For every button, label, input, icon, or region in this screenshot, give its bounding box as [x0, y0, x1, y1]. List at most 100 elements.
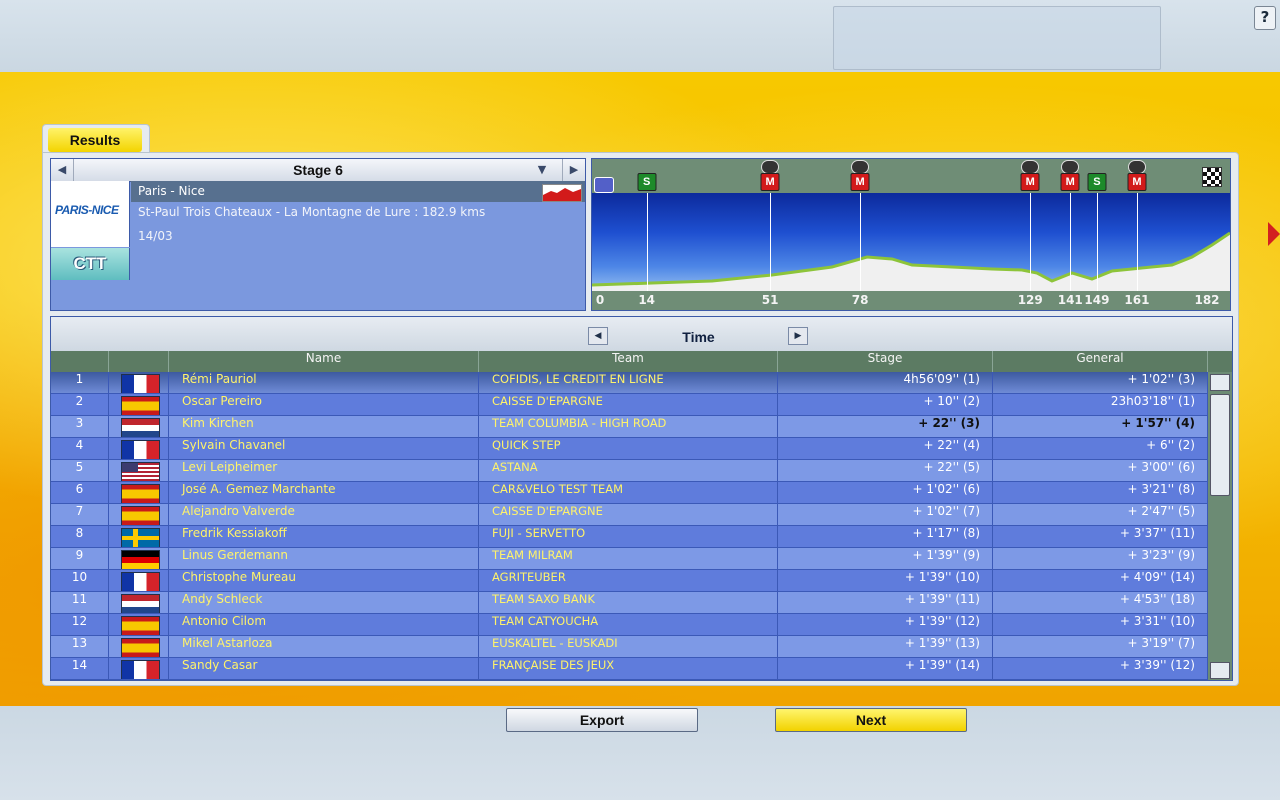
mountain-icon[interactable]: M — [760, 173, 780, 191]
table-row[interactable]: 2 Oscar Pereiro CAISSE D'EPARGNE + 10'' (2)… — [51, 394, 1208, 416]
km-label: 51 — [761, 293, 779, 307]
table-row[interactable]: 8 Fredrik Kessiakoff FUJI - SERVETTO + 1'17… — [51, 526, 1208, 548]
flag-fr-icon — [121, 374, 160, 393]
stage-time: + 1'17'' (8) — [778, 526, 993, 547]
help-button[interactable]: ? — [1254, 6, 1276, 30]
stage-profile: SMMMMSM 0 14 51 78 129 141 149 161 182 — [591, 158, 1231, 311]
stage-time: + 1'39'' (12) — [778, 614, 993, 635]
stage-time: + 1'39'' (11) — [778, 592, 993, 613]
general-time: 23h03'18'' (1) — [993, 394, 1208, 415]
mountain-icon[interactable]: M — [1020, 173, 1040, 191]
team-name: CAR&VELO TEST TEAM — [479, 482, 778, 503]
mountain-icon[interactable]: M — [1127, 173, 1147, 191]
flag-fr-icon — [121, 440, 160, 459]
climb-category-icon — [761, 160, 780, 174]
table-header: ◀ Time ▶ — [51, 317, 1232, 351]
col-rank[interactable] — [51, 351, 109, 372]
flag-fr-icon — [121, 660, 160, 679]
checkpoint-line — [1096, 193, 1098, 291]
stage-route: St-Paul Trois Chateaux - La Montagne de … — [138, 205, 486, 219]
checkpoint-line — [1030, 193, 1032, 291]
general-time: + 3'37'' (11) — [993, 526, 1208, 547]
table-title: Time — [682, 329, 715, 345]
prev-view-arrow-icon[interactable]: ◀ — [588, 327, 608, 345]
table-row[interactable]: 1 Rémi Pauriol COFIDIS, LE CREDIT EN LIGNE… — [51, 372, 1208, 394]
rank-cell: 9 — [51, 548, 109, 569]
table-row[interactable]: 7 Alejandro Valverde CAISSE D'EPARGNE + 1'0… — [51, 504, 1208, 526]
general-time: + 3'23'' (9) — [993, 548, 1208, 569]
sprint-icon[interactable]: S — [637, 173, 657, 191]
mountain-icon[interactable]: M — [1060, 173, 1080, 191]
team-name: TEAM COLUMBIA - HIGH ROAD — [479, 416, 778, 437]
stage-time: + 1'39'' (9) — [778, 548, 993, 569]
column-headers: Name Team Stage General — [51, 351, 1232, 372]
sprint-icon[interactable]: S — [1087, 173, 1107, 191]
rank-cell: 11 — [51, 592, 109, 613]
km-label: 78 — [851, 293, 869, 307]
table-body: 1 Rémi Pauriol COFIDIS, LE CREDIT EN LIGNE… — [51, 372, 1208, 680]
next-stage-arrow-icon[interactable]: ▶ — [562, 159, 585, 181]
stage-info: ◀ Stage 6 ▼ ▶ PARIS-NICE CTT Paris - Nic… — [50, 158, 586, 311]
general-time: + 3'39'' (12) — [993, 658, 1208, 679]
stage-selector: ◀ Stage 6 ▼ ▶ — [51, 159, 585, 182]
table-row[interactable]: 10 Christophe Mureau AGRITEUBER + 1'39'' (1… — [51, 570, 1208, 592]
km-label: 161 — [1124, 293, 1150, 307]
flag-es-icon — [121, 638, 160, 657]
mountain-icon[interactable]: M — [850, 173, 870, 191]
table-row[interactable]: 12 Antonio Cilom TEAM CATYOUCHA + 1'39'' (1… — [51, 614, 1208, 636]
next-view-arrow-icon[interactable]: ▶ — [788, 327, 808, 345]
stage-time: + 1'39'' (14) — [778, 658, 993, 679]
flag-cell — [109, 438, 169, 459]
table-row[interactable]: 3 Kim Kirchen TEAM COLUMBIA - HIGH ROAD + 2… — [51, 416, 1208, 438]
next-button[interactable]: Next — [775, 708, 967, 732]
flag-nl-icon — [121, 594, 160, 613]
flag-se-icon — [121, 528, 160, 547]
team-name: TEAM CATYOUCHA — [479, 614, 778, 635]
rider-name: Rémi Pauriol — [169, 372, 479, 393]
export-button[interactable]: Export — [506, 708, 698, 732]
general-time: + 4'53'' (18) — [993, 592, 1208, 613]
general-time: + 2'47'' (5) — [993, 504, 1208, 525]
start-icon — [594, 177, 614, 193]
col-stage[interactable]: Stage — [778, 351, 993, 372]
table-row[interactable]: 5 Levi Leipheimer ASTANA + 22'' (5) + 3'00''… — [51, 460, 1208, 482]
col-general[interactable]: General — [993, 351, 1208, 372]
flag-us-icon — [121, 462, 160, 481]
stage-dropdown-chevron-icon[interactable]: ▼ — [531, 159, 553, 181]
flag-es-icon — [121, 396, 160, 415]
stage-title[interactable]: Stage 6 — [81, 159, 555, 182]
table-row[interactable]: 11 Andy Schleck TEAM SAXO BANK + 1'39'' (11… — [51, 592, 1208, 614]
table-scrollbar[interactable] — [1208, 372, 1232, 680]
info-box — [833, 6, 1161, 70]
col-name[interactable]: Name — [169, 351, 479, 372]
rider-name: Oscar Pereiro — [169, 394, 479, 415]
scroll-down-button[interactable] — [1210, 662, 1230, 679]
flag-cell — [109, 372, 169, 393]
red-arrow-icon — [1268, 222, 1280, 246]
scroll-up-button[interactable] — [1210, 374, 1230, 391]
table-row[interactable]: 4 Sylvain Chavanel QUICK STEP + 22'' (4) + 6… — [51, 438, 1208, 460]
table-row[interactable]: 14 Sandy Casar FRANÇAISE DES JEUX + 1'39'' … — [51, 658, 1208, 680]
rider-name: José A. Gemez Marchante — [169, 482, 479, 503]
rider-name: Sandy Casar — [169, 658, 479, 679]
flag-cell — [109, 394, 169, 415]
prev-stage-arrow-icon[interactable]: ◀ — [51, 159, 74, 181]
race-logo: PARIS-NICE — [51, 181, 130, 247]
stage-time: + 22'' (5) — [778, 460, 993, 481]
tab-results[interactable]: Results — [42, 124, 150, 155]
rank-cell: 2 — [51, 394, 109, 415]
climb-category-icon — [1061, 160, 1080, 174]
flag-cell — [109, 504, 169, 525]
general-time: + 1'57'' (4) — [993, 416, 1208, 437]
table-row[interactable]: 9 Linus Gerdemann TEAM MILRAM + 1'39'' (9) +… — [51, 548, 1208, 570]
km-label: 129 — [1017, 293, 1043, 307]
scroll-thumb[interactable] — [1210, 394, 1230, 496]
flag-cell — [109, 526, 169, 547]
rank-cell: 1 — [51, 372, 109, 393]
table-row[interactable]: 13 Mikel Astarloza EUSKALTEL - EUSKADI + 1'… — [51, 636, 1208, 658]
table-row[interactable]: 6 José A. Gemez Marchante CAR&VELO TEST TE… — [51, 482, 1208, 504]
col-team[interactable]: Team — [479, 351, 778, 372]
rank-cell: 10 — [51, 570, 109, 591]
rider-name: Antonio Cilom — [169, 614, 479, 635]
col-flag[interactable] — [109, 351, 169, 372]
